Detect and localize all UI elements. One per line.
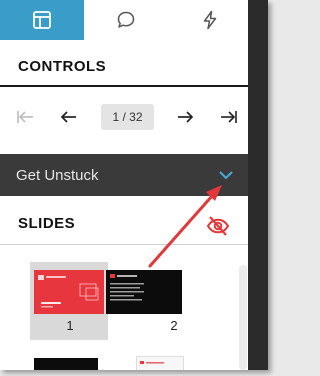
slide-1-graphic [38, 275, 99, 308]
slide-1-preview [34, 270, 104, 314]
get-unstuck-dropdown[interactable]: Get Unstuck [0, 154, 248, 196]
slide-4-thumbnail-partial[interactable] [136, 356, 184, 370]
previous-slide-button[interactable] [58, 106, 80, 128]
skip-to-first-icon [17, 111, 33, 123]
presenter-panel: CONTROLS 1 / 32 Get Unstuck SLIDES 1 2 [0, 0, 268, 370]
eye-off-icon[interactable] [205, 213, 231, 239]
chat-bubble-icon [117, 11, 135, 28]
slide-3-thumbnail-partial[interactable] [34, 358, 98, 370]
slide-2-thumbnail[interactable] [106, 270, 182, 314]
page-indicator: 1 / 32 [101, 104, 154, 130]
get-unstuck-label: Get Unstuck [16, 166, 99, 184]
tab-chat[interactable] [84, 0, 168, 40]
skip-to-last-icon [221, 111, 237, 123]
next-slide-button[interactable] [174, 106, 196, 128]
controls-divider [0, 85, 248, 87]
slide-4-graphic [140, 361, 164, 364]
slides-scrollbar[interactable] [239, 265, 247, 370]
lightning-bolt-icon [203, 10, 217, 30]
arrow-left-icon [60, 111, 76, 123]
layout-icon [33, 11, 51, 29]
last-slide-button[interactable] [218, 106, 240, 128]
tab-bar [0, 0, 248, 40]
first-slide-button[interactable] [14, 106, 36, 128]
slide-2-number: 2 [170, 318, 178, 333]
slide-1-number: 1 [66, 318, 74, 333]
slide-2-graphic [110, 274, 144, 301]
right-edge-strip [248, 0, 268, 370]
tab-lightning[interactable] [168, 0, 252, 40]
tab-layout[interactable] [0, 0, 84, 40]
slides-title: SLIDES [18, 215, 76, 232]
controls-title: CONTROLS [18, 58, 107, 75]
arrow-right-icon [178, 111, 194, 123]
chevron-down-icon[interactable] [216, 166, 236, 184]
slides-divider [0, 244, 248, 245]
